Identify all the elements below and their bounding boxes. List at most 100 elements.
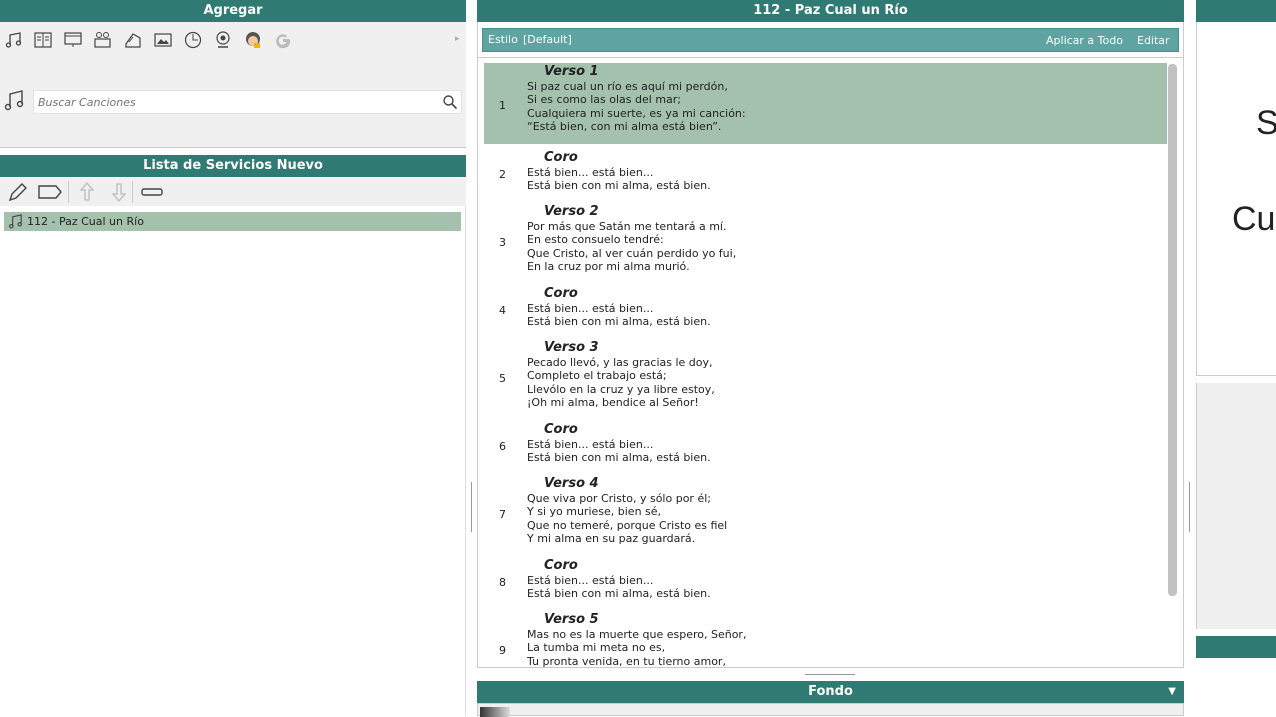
style-label: Estilo (488, 33, 518, 46)
edit-pencil-icon[interactable] (6, 180, 30, 207)
live-preview: S Cu (1196, 22, 1276, 376)
verse-line: ¡Oh mi alma, bendice al Señor! (527, 396, 699, 410)
apply-all-button[interactable]: Aplicar a Todo (1046, 34, 1123, 47)
preview-text: Cu (1232, 200, 1276, 238)
verse-number: 8 (499, 576, 506, 589)
verse-line: Pecado llevó, y las gracias le doy, (527, 356, 713, 369)
verse-title: Verso 5 (544, 612, 599, 627)
verse-line: Llevólo en la cruz y ya libre estoy, (527, 382, 715, 396)
background-title: Fondo (808, 684, 853, 699)
verse-line: Por más que Satán me tentará a mí. (527, 220, 727, 233)
splitter-handle[interactable] (805, 674, 855, 675)
verse-row[interactable]: 9 Verso 5 Mas no es la muerte que espero, … (484, 611, 1167, 668)
verse-line: En la cruz por mi alma murió. (527, 260, 690, 274)
verse-number: 5 (499, 372, 506, 385)
background-panel-title[interactable]: Fondo ▼ (477, 681, 1184, 703)
verse-line: Que Cristo, al ver cuán perdido yo fui, (527, 246, 737, 260)
toolbar-divider (132, 181, 133, 203)
service-list-item[interactable]: 112 - Paz Cual un Río (4, 212, 461, 231)
verse-row[interactable]: 7 Verso 4 Que viva por Cristo, y sólo por … (484, 475, 1167, 551)
secondary-preview (1196, 383, 1276, 629)
song-note-icon (2, 88, 26, 112)
toolbar-divider (68, 181, 69, 203)
add-panel-title: Agregar (0, 0, 466, 22)
verse-line: Tu pronta venida, en tu tierno amor, (527, 654, 726, 668)
move-down-icon[interactable] (109, 180, 129, 207)
service-list: 112 - Paz Cual un Río (0, 206, 466, 716)
tag-icon[interactable] (37, 180, 63, 207)
video-icon[interactable] (92, 30, 114, 50)
verse-line: “Está bien, con mi alma está bien”. (527, 120, 722, 134)
verse-line: Está bien... está bien... (527, 166, 654, 179)
kids-icon[interactable] (242, 30, 264, 50)
verse-title: Verso 1 (544, 64, 599, 79)
verse-number: 9 (499, 644, 506, 657)
verse-line: Que viva por Cristo, y sólo por él; (527, 492, 711, 505)
verse-line: Si es como las olas del mar; (527, 93, 682, 107)
search-input[interactable] (34, 91, 434, 113)
collapse-arrow-icon[interactable]: ▼ (1168, 681, 1176, 703)
songs-icon[interactable] (3, 30, 25, 50)
verse-title: Coro (544, 150, 578, 165)
verse-row[interactable]: 4 Coro Está bien... está bien... Está bien … (484, 285, 1167, 333)
verse-line: Está bien con mi alma, está bien. (527, 451, 711, 465)
clock-icon[interactable] (182, 30, 204, 50)
verse-row[interactable]: 3 Verso 2 Por más que Satán me tentará a m… (484, 203, 1167, 279)
verse-line: Está bien con mi alma, está bien. (527, 315, 711, 329)
preview-text: S (1256, 104, 1276, 143)
verse-number: 2 (499, 168, 506, 181)
verse-row[interactable]: 1 Verso 1 Si paz cual un río es aquí mi pe… (484, 63, 1167, 144)
verse-line: Completo el trabajo está; (527, 369, 667, 383)
verse-number: 3 (499, 236, 506, 249)
verse-line: Y mi alma en su paz guardará. (527, 532, 696, 546)
image-icon[interactable] (152, 30, 174, 50)
verse-title: Coro (544, 286, 578, 301)
verse-line: Está bien... está bien... (527, 438, 654, 451)
verse-line: La tumba mi meta no es, (527, 641, 666, 655)
google-icon[interactable] (272, 30, 294, 50)
verse-row[interactable]: 5 Verso 3 Pecado llevó, y las gracias le d… (484, 339, 1167, 415)
verse-line: Mas no es la muerte que espero, Señor, (527, 628, 747, 641)
service-item-label: 112 - Paz Cual un Río (27, 215, 144, 228)
search-icon[interactable] (442, 94, 458, 113)
webcam-icon[interactable] (212, 30, 234, 50)
verse-number: 6 (499, 440, 506, 453)
verse-title: Coro (544, 422, 578, 437)
scroll-right-icon[interactable]: ▸ (455, 34, 460, 44)
verse-number: 1 (499, 98, 506, 112)
verse-title: Verso 4 (544, 476, 599, 491)
search-field (33, 90, 462, 114)
verse-row[interactable]: 2 Coro Está bien... está bien... Está bien … (484, 149, 1167, 197)
verse-title: Coro (544, 558, 578, 573)
edit-button[interactable]: Editar (1137, 34, 1170, 47)
verse-number: 7 (499, 508, 506, 521)
splitter-handle[interactable] (1189, 482, 1190, 532)
service-list-title: Lista de Servicios Nuevo (0, 155, 466, 177)
verse-title: Verso 3 (544, 340, 599, 355)
style-value[interactable]: [Default] (523, 33, 572, 46)
verse-line: Si paz cual un río es aquí mi perdón, (527, 80, 728, 93)
verse-row[interactable]: 6 Coro Está bien... está bien... Está bien … (484, 421, 1167, 469)
verse-line: Está bien... está bien... (527, 574, 654, 587)
bible-icon[interactable] (32, 30, 54, 50)
verse-scrollbar[interactable] (1168, 64, 1177, 596)
verse-line: Y si yo muriese, bien sé, (527, 505, 662, 519)
song-icon (8, 214, 23, 235)
add-panel: ▸ (0, 22, 466, 148)
remove-icon[interactable] (140, 180, 164, 207)
verse-title: Verso 2 (544, 204, 599, 219)
verse-line: Está bien con mi alma, está bien. (527, 587, 711, 601)
verse-row[interactable]: 8 Coro Está bien... está bien... Está bien … (484, 557, 1167, 605)
presentation-icon[interactable] (62, 30, 84, 50)
verse-list: 1 Verso 1 Si paz cual un río es aquí mi pe… (477, 57, 1184, 668)
verse-line: Está bien... está bien... (527, 302, 654, 315)
splitter-handle[interactable] (471, 482, 472, 532)
style-bar: Estilo [Default] Aplicar a Todo Editar (482, 28, 1179, 52)
verse-number: 4 (499, 304, 506, 317)
layers-icon[interactable] (122, 30, 144, 50)
verse-line: En esto consuelo tendré: (527, 233, 664, 247)
verse-line: Cualquiera mi suerte, es ya mi canción: (527, 106, 746, 120)
move-up-icon[interactable] (77, 180, 97, 207)
verse-line: Está bien con mi alma, está bien. (527, 179, 711, 193)
right-panel-header (1196, 636, 1276, 658)
